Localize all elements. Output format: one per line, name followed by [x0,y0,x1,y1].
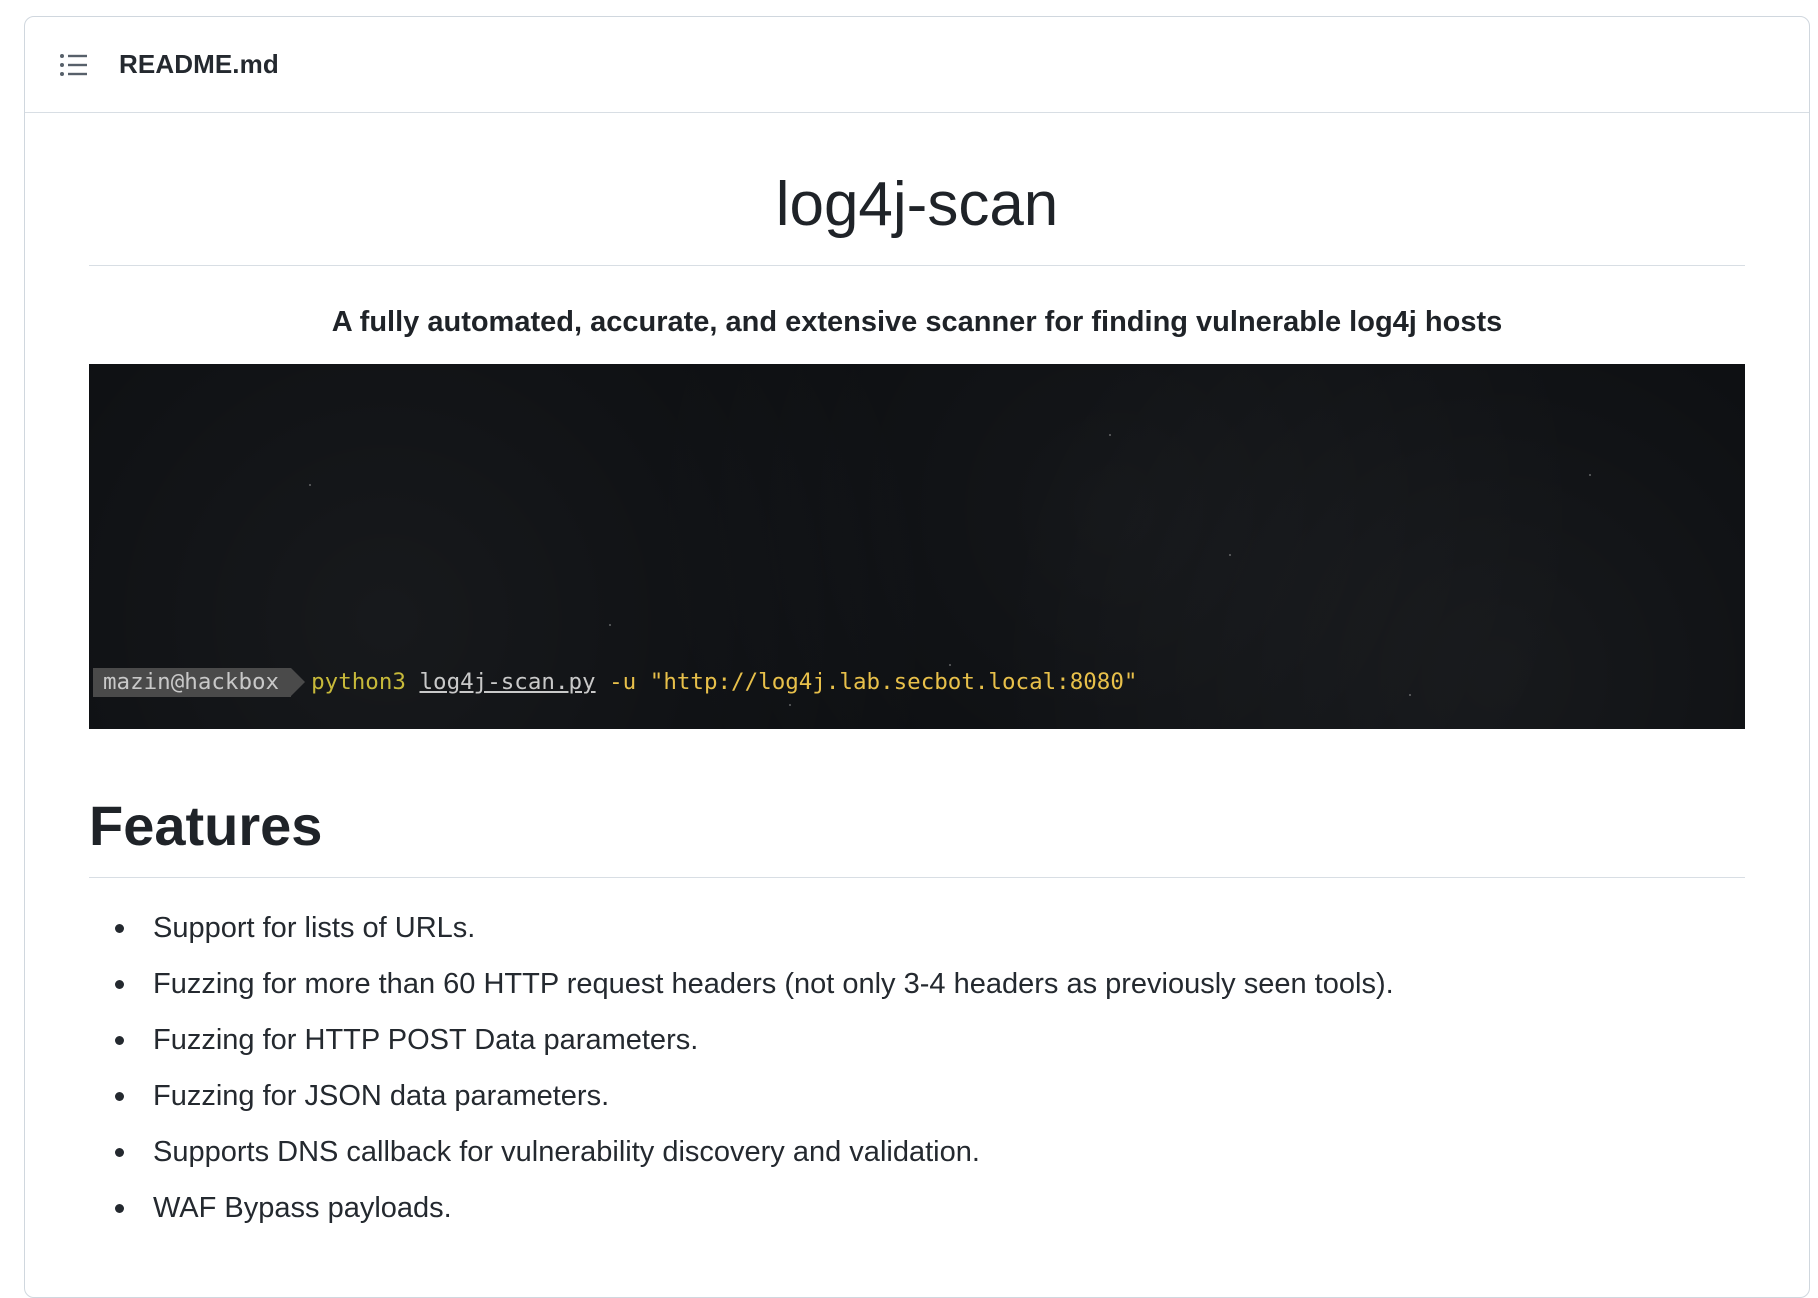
file-name[interactable]: README.md [119,49,279,80]
list-item: Fuzzing for HTTP POST Data parameters. [115,1012,1745,1068]
bullet-icon [115,1092,124,1101]
bullet-icon [115,1036,124,1045]
list-item-text: Support for lists of URLs. [153,912,476,944]
list-item-text: WAF Bypass payloads. [153,1192,452,1224]
features-list: Support for lists of URLs. Fuzzing for mo… [89,900,1745,1236]
list-item: Supports DNS callback for vulnerability … [115,1124,1745,1180]
command-script: log4j-scan.py [419,669,596,695]
list-unordered-icon[interactable] [57,49,89,81]
command-args: -u "http://log4j.lab.secbot.local:8080" [595,669,1138,695]
list-item: Fuzzing for more than 60 HTTP request he… [115,956,1745,1012]
terminal-screenshot: mazin@hackbox python3 log4j-scan.py -u "h… [89,364,1745,729]
readme-content: log4j-scan A fully automated, accurate, … [89,115,1745,1236]
bullet-icon [115,980,124,989]
bullet-icon [115,1204,124,1213]
readme-header: README.md [25,17,1809,113]
page-title: log4j-scan [89,167,1745,266]
bullet-icon [115,1148,124,1157]
terminal-command-line: mazin@hackbox python3 log4j-scan.py -u "h… [93,668,1745,697]
readme-container: README.md log4j-scan A fully automated, … [24,16,1810,1298]
list-item: Fuzzing for JSON data parameters. [115,1068,1745,1124]
tagline: A fully automated, accurate, and extensi… [331,306,1503,338]
list-item: WAF Bypass payloads. [115,1180,1745,1236]
prompt-user: mazin@hackbox [93,668,306,697]
list-item-text: Fuzzing for more than 60 HTTP request he… [153,968,1394,1000]
bullet-icon [115,924,124,933]
list-item-text: Supports DNS callback for vulnerability … [153,1136,980,1168]
list-item-text: Fuzzing for JSON data parameters. [153,1080,610,1112]
list-item: Support for lists of URLs. [115,900,1745,956]
command-prefix: python3 [311,669,420,695]
list-item-text: Fuzzing for HTTP POST Data parameters. [153,1024,699,1056]
features-heading: Features [89,791,1745,878]
